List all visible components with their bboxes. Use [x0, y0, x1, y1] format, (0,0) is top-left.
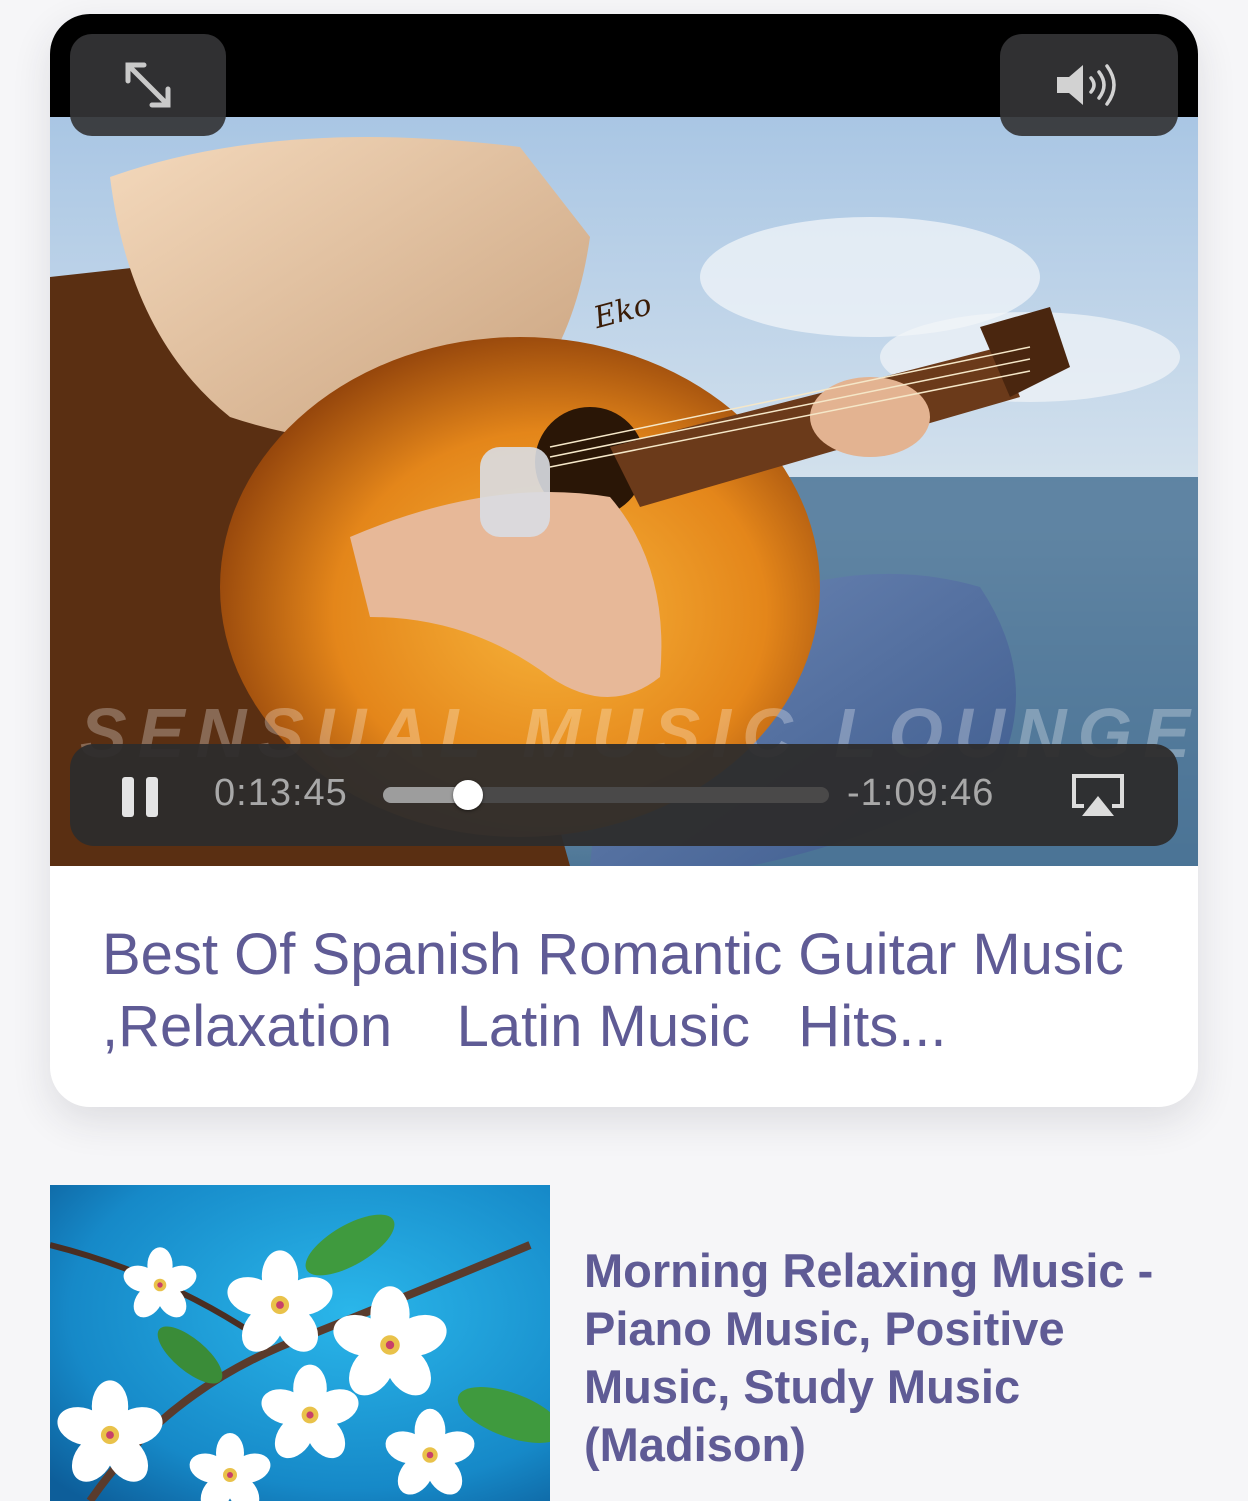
pause-icon	[122, 777, 134, 817]
progress-slider[interactable]	[383, 780, 829, 810]
video-list-page: Eko SENSUAL MUSIC LOUNGE 0:13:45 -1:09:4…	[0, 0, 1248, 1501]
progress-knob[interactable]	[452, 780, 483, 810]
elapsed-time: 0:13:45	[214, 772, 348, 814]
remaining-time: -1:09:46	[847, 772, 995, 814]
volume-button[interactable]	[1000, 34, 1178, 136]
speaker-volume-icon	[1057, 64, 1116, 106]
fullscreen-button[interactable]	[70, 34, 226, 136]
fullscreen-expand-icon	[125, 62, 171, 108]
pause-button[interactable]	[122, 777, 162, 817]
airplay-icon	[1072, 774, 1124, 816]
video-thumbnail-blossoms[interactable]	[50, 1185, 550, 1501]
list-item-title[interactable]: Morning Relaxing Music - Piano Music, Po…	[584, 1242, 1184, 1474]
video-player[interactable]: Eko SENSUAL MUSIC LOUNGE 0:13:45 -1:09:4…	[50, 14, 1198, 866]
player-control-bar: 0:13:45 -1:09:46	[70, 744, 1178, 846]
featured-video-title[interactable]: Best Of Spanish Romantic Guitar Music ,R…	[102, 919, 1162, 1063]
list-item[interactable]: Morning Relaxing Music - Piano Music, Po…	[50, 1185, 1198, 1501]
featured-video-card: Eko SENSUAL MUSIC LOUNGE 0:13:45 -1:09:4…	[50, 14, 1198, 1107]
airplay-button[interactable]	[1070, 772, 1126, 818]
